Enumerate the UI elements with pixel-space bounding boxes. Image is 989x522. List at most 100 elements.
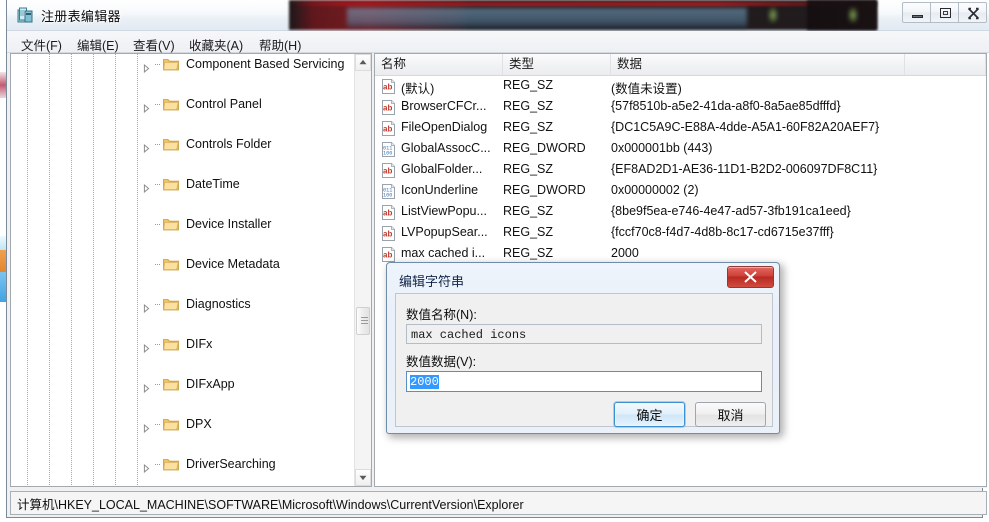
- tree-node-device-metadata[interactable]: Device Metadata: [11, 254, 354, 274]
- folder-icon: [163, 417, 179, 431]
- scroll-down-button[interactable]: [355, 469, 371, 486]
- status-bar: 计算机\HKEY_LOCAL_MACHINE\SOFTWARE\Microsof…: [10, 491, 987, 515]
- maximize-icon: [940, 8, 951, 18]
- tree-node-difx[interactable]: DIFx: [11, 334, 354, 354]
- registry-editor-icon: [17, 7, 33, 23]
- tree-connector: [155, 144, 161, 145]
- value-data-input[interactable]: 2000: [406, 371, 762, 392]
- table-row[interactable]: ab LVPopupSear... REG_SZ {fccf70c8-f4d7-4d8…: [375, 223, 986, 244]
- dialog-title: 编辑字符串: [399, 274, 465, 289]
- dialog-close-button[interactable]: [727, 266, 774, 288]
- expand-toggle-icon[interactable]: [142, 100, 151, 114]
- tree-connector: [155, 224, 161, 225]
- tree-node-control-panel[interactable]: Control Panel: [11, 94, 354, 114]
- tree-node-label: DateTime: [186, 177, 240, 191]
- value-name-cell: BrowserCFCr...: [401, 99, 487, 113]
- value-data-cell: 2000: [611, 246, 639, 260]
- folder-icon: [163, 297, 179, 311]
- column-header-数据[interactable]: 数据: [611, 54, 905, 75]
- minimize-icon: [912, 15, 923, 18]
- tree-node-controls-folder[interactable]: Controls Folder: [11, 134, 354, 154]
- folder-icon: [163, 379, 179, 391]
- string-value-icon: ab: [381, 79, 396, 94]
- dword-value-icon: 011100: [381, 142, 396, 157]
- table-row[interactable]: 011 100 IconUnderline REG_DWORD 0x00000002 (…: [375, 181, 986, 202]
- svg-text:ab: ab: [383, 250, 392, 259]
- table-row[interactable]: ab GlobalFolder... REG_SZ {EF8AD2D1-AE36-11…: [375, 160, 986, 181]
- column-header-名称[interactable]: 名称: [375, 54, 503, 75]
- scroll-up-button[interactable]: [355, 54, 371, 71]
- value-type-cell: REG_DWORD: [503, 183, 586, 197]
- table-row[interactable]: 011 100 GlobalAssocC... REG_DWORD 0x000001bb…: [375, 139, 986, 160]
- window-title: 注册表编辑器: [41, 9, 121, 24]
- tree-node-label: DriverSearching: [186, 457, 276, 471]
- tree-connector: [155, 64, 161, 65]
- tree-node-diagnostics[interactable]: Diagnostics: [11, 294, 354, 314]
- value-data-cell: {57f8510b-a5e2-41da-a8f0-8a5ae85dfffd}: [611, 99, 841, 113]
- menu-view[interactable]: 查看(V): [129, 34, 179, 55]
- column-header-spacer[interactable]: [905, 54, 986, 75]
- ok-button[interactable]: 确定: [614, 402, 685, 427]
- tree-vertical-scrollbar[interactable]: [354, 54, 371, 486]
- menu-file[interactable]: 文件(F): [17, 34, 66, 55]
- registry-tree-panel[interactable]: Component Based Servicing Control Panel Co…: [10, 53, 372, 487]
- value-name-cell: (默认): [401, 82, 435, 96]
- table-row[interactable]: ab (默认) REG_SZ (数值未设置): [375, 76, 986, 97]
- minimize-button[interactable]: [902, 2, 931, 23]
- table-row[interactable]: ab BrowserCFCr... REG_SZ {57f8510b-a5e2-41d…: [375, 97, 986, 118]
- menu-edit[interactable]: 编辑(E): [73, 34, 123, 55]
- close-button[interactable]: [958, 2, 987, 23]
- string-value-icon: ab: [382, 79, 395, 94]
- folder-icon: [163, 457, 179, 471]
- chevron-right-icon: [143, 423, 150, 434]
- tree-node-label: Diagnostics: [186, 297, 251, 311]
- tree-node-label: DIFx: [186, 337, 213, 351]
- string-value-icon: ab: [382, 226, 395, 241]
- menu-favorites[interactable]: 收藏夹(A): [185, 34, 247, 55]
- aero-glass-dark-right: [807, 0, 877, 30]
- expand-toggle-icon[interactable]: [142, 460, 151, 474]
- chevron-right-icon: [143, 143, 150, 154]
- value-type-cell: REG_SZ: [503, 99, 554, 113]
- menu-help[interactable]: 帮助(H): [255, 34, 305, 55]
- string-value-icon: ab: [382, 247, 395, 262]
- values-row-container: ab (默认) REG_SZ (数值未设置) ab BrowserCFCr... REG_S…: [375, 76, 986, 265]
- tree-node-component-based-servicing[interactable]: Component Based Servicing: [11, 54, 354, 74]
- tree-node-dpx[interactable]: DPX: [11, 414, 354, 434]
- expand-toggle-icon[interactable]: [142, 60, 151, 74]
- value-type-cell: REG_SZ: [503, 204, 554, 218]
- tree-node-datetime[interactable]: DateTime: [11, 174, 354, 194]
- tree-node-label: Controls Folder: [186, 137, 272, 151]
- value-name-cell: GlobalFolder...: [401, 162, 483, 176]
- tree-node-driversearching[interactable]: DriverSearching: [11, 454, 354, 474]
- column-header-类型[interactable]: 类型: [503, 54, 611, 75]
- svg-text:ab: ab: [383, 166, 392, 175]
- table-row[interactable]: ab ListViewPopu... REG_SZ {8be9f5ea-e746-4e…: [375, 202, 986, 223]
- chevron-right-icon: [143, 103, 150, 114]
- folder-icon: [163, 299, 179, 311]
- expand-toggle-icon[interactable]: [142, 180, 151, 194]
- tree-connector: [155, 344, 161, 345]
- chevron-right-icon: [143, 63, 150, 74]
- value-type-cell: REG_SZ: [503, 120, 554, 134]
- value-data-cell: {8be9f5ea-e746-4e47-ad57-3fb191ca1eed}: [611, 204, 851, 218]
- tree-node-device-installer[interactable]: Device Installer: [11, 214, 354, 234]
- expand-toggle-icon[interactable]: [142, 140, 151, 154]
- svg-text:ab: ab: [383, 229, 392, 238]
- value-name-input[interactable]: max cached icons: [406, 324, 762, 344]
- svg-text:ab: ab: [383, 82, 392, 91]
- expand-toggle-icon[interactable]: [142, 380, 151, 394]
- aero-glass-green-b: [847, 6, 859, 24]
- folder-icon: [163, 257, 179, 271]
- string-value-icon: ab: [381, 163, 396, 178]
- scroll-thumb[interactable]: [356, 307, 370, 335]
- expand-toggle-icon[interactable]: [142, 340, 151, 354]
- scroll-grip-icon: [361, 317, 368, 325]
- value-name-cell: LVPopupSear...: [401, 225, 488, 239]
- table-row[interactable]: ab FileOpenDialog REG_SZ {DC1C5A9C-E88A-4dd…: [375, 118, 986, 139]
- maximize-button[interactable]: [930, 2, 959, 23]
- expand-toggle-icon[interactable]: [142, 420, 151, 434]
- tree-node-difxapp[interactable]: DIFxApp: [11, 374, 354, 394]
- cancel-button[interactable]: 取消: [695, 402, 766, 427]
- expand-toggle-icon[interactable]: [142, 300, 151, 314]
